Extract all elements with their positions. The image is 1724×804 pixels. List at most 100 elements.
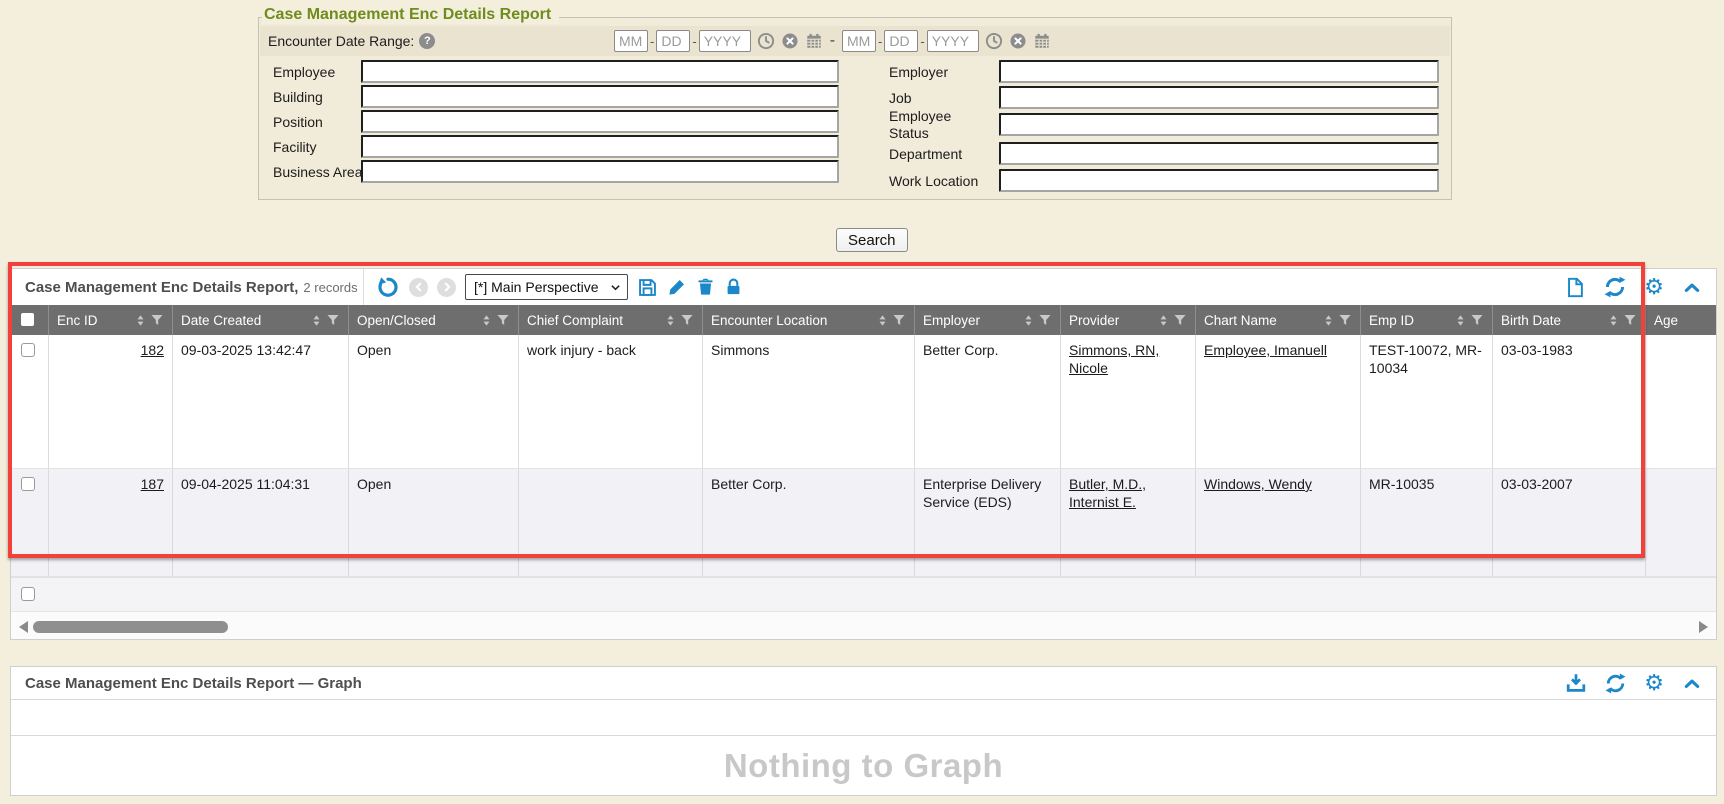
employee-status-label: Employee Status xyxy=(889,108,981,142)
table-row: 187 09-04-2025 11:04:31 Open Better Corp… xyxy=(11,469,1717,577)
help-icon[interactable]: ? xyxy=(419,33,435,49)
column-header-birth-date[interactable]: Birth Date xyxy=(1493,305,1646,335)
column-header-enc-id[interactable]: Enc ID xyxy=(49,305,173,335)
perspective-select-wrap: [*] Main Perspective xyxy=(465,274,628,300)
facility-label: Facility xyxy=(273,139,317,156)
chart-name-link[interactable]: Windows, Wendy xyxy=(1204,476,1312,492)
business-area-field[interactable] xyxy=(361,160,839,183)
sort-icon[interactable] xyxy=(1022,314,1035,327)
filter-icon[interactable] xyxy=(1338,313,1352,327)
refresh-icon[interactable] xyxy=(1603,275,1627,299)
employee-field[interactable] xyxy=(361,60,839,83)
column-header-emp-id[interactable]: Emp ID xyxy=(1361,305,1493,335)
calendar-icon[interactable] xyxy=(805,32,823,50)
refresh-icon[interactable] xyxy=(1604,672,1627,695)
undo-icon[interactable] xyxy=(376,275,400,299)
records-count: 2 records xyxy=(303,280,357,295)
filter-icon[interactable] xyxy=(1038,313,1052,327)
filter-icon[interactable] xyxy=(150,313,164,327)
position-label: Position xyxy=(273,114,323,131)
new-document-icon[interactable] xyxy=(1564,276,1586,299)
end-day-input[interactable] xyxy=(884,30,918,52)
sort-icon[interactable] xyxy=(480,314,493,327)
start-month-input[interactable] xyxy=(614,30,648,52)
provider-link[interactable]: Butler, M.D., Internist E. xyxy=(1069,476,1146,510)
cell-chart-name: Employee, Imanuell xyxy=(1196,335,1361,468)
row-checkbox[interactable] xyxy=(21,477,35,491)
work-location-field[interactable] xyxy=(999,169,1439,192)
filter-icon[interactable] xyxy=(892,313,906,327)
column-header-chart-name[interactable]: Chart Name xyxy=(1196,305,1361,335)
sort-icon[interactable] xyxy=(134,314,147,327)
column-header-date-created[interactable]: Date Created xyxy=(173,305,349,335)
building-field[interactable] xyxy=(361,85,839,108)
delete-icon[interactable] xyxy=(696,277,715,297)
next-page-icon[interactable] xyxy=(437,278,456,297)
column-header-age[interactable]: Age xyxy=(1646,305,1717,335)
gear-icon[interactable]: ⚙ xyxy=(1644,276,1664,298)
column-header-provider[interactable]: Provider xyxy=(1061,305,1196,335)
end-month-input[interactable] xyxy=(842,30,876,52)
scrollbar-thumb[interactable] xyxy=(33,621,228,633)
sort-icon[interactable] xyxy=(1322,314,1335,327)
download-icon[interactable] xyxy=(1565,672,1587,694)
enc-id-link[interactable]: 182 xyxy=(141,342,164,358)
sort-icon[interactable] xyxy=(310,314,323,327)
sort-icon[interactable] xyxy=(664,314,677,327)
collapse-icon[interactable] xyxy=(1681,278,1703,296)
job-label: Job xyxy=(889,90,912,107)
start-year-input[interactable] xyxy=(699,30,751,52)
collapse-icon[interactable] xyxy=(1681,674,1703,692)
filter-icon[interactable] xyxy=(1173,313,1187,327)
filter-icon[interactable] xyxy=(1623,313,1637,327)
department-field[interactable] xyxy=(999,142,1439,165)
column-header-encounter-location[interactable]: Encounter Location xyxy=(703,305,915,335)
filter-icon[interactable] xyxy=(1470,313,1484,327)
facility-field[interactable] xyxy=(361,135,839,158)
chart-name-link[interactable]: Employee, Imanuell xyxy=(1204,342,1327,358)
employee-status-field[interactable] xyxy=(999,113,1439,136)
column-header-chief-complaint[interactable]: Chief Complaint xyxy=(519,305,703,335)
save-perspective-icon[interactable] xyxy=(637,277,658,298)
cell-emp-id: MR-10035 xyxy=(1361,469,1493,576)
enc-id-link[interactable]: 187 xyxy=(141,476,164,492)
cell-open-closed: Open xyxy=(349,335,519,468)
lock-icon[interactable] xyxy=(724,277,743,297)
date-range-label: Encounter Date Range: xyxy=(268,33,414,49)
provider-link[interactable]: Simmons, RN, Nicole xyxy=(1069,342,1159,376)
footer-checkbox[interactable] xyxy=(21,587,35,601)
filter-icon[interactable] xyxy=(680,313,694,327)
graph-title: Case Management Enc Details Report — Gra… xyxy=(25,675,362,692)
scroll-right-icon[interactable] xyxy=(1699,621,1708,633)
sort-icon[interactable] xyxy=(1607,314,1620,327)
job-field[interactable] xyxy=(999,86,1439,109)
column-header-employer[interactable]: Employer xyxy=(915,305,1061,335)
clock-icon[interactable] xyxy=(985,32,1003,50)
horizontal-scrollbar[interactable] xyxy=(11,611,1716,640)
prev-page-icon[interactable] xyxy=(409,278,428,297)
gear-icon[interactable]: ⚙ xyxy=(1644,672,1664,694)
calendar-icon[interactable] xyxy=(1033,32,1051,50)
clear-icon[interactable] xyxy=(781,32,799,50)
sort-icon[interactable] xyxy=(876,314,889,327)
position-field[interactable] xyxy=(361,110,839,133)
date-range-start: - - xyxy=(614,30,823,52)
start-day-input[interactable] xyxy=(656,30,690,52)
filter-icon[interactable] xyxy=(326,313,340,327)
clock-icon[interactable] xyxy=(757,32,775,50)
search-button[interactable]: Search xyxy=(836,228,908,252)
filter-icon[interactable] xyxy=(496,313,510,327)
employee-label: Employee xyxy=(273,64,335,81)
row-checkbox[interactable] xyxy=(21,343,35,357)
edit-icon[interactable] xyxy=(667,277,687,297)
scroll-left-icon[interactable] xyxy=(19,621,28,633)
graph-toolbar: Case Management Enc Details Report — Gra… xyxy=(11,667,1716,700)
select-all-checkbox[interactable] xyxy=(21,313,34,326)
sort-icon[interactable] xyxy=(1157,314,1170,327)
perspective-select[interactable]: [*] Main Perspective xyxy=(465,274,628,300)
column-header-open-closed[interactable]: Open/Closed xyxy=(349,305,519,335)
clear-icon[interactable] xyxy=(1009,32,1027,50)
sort-icon[interactable] xyxy=(1454,314,1467,327)
employer-field[interactable] xyxy=(999,60,1439,83)
end-year-input[interactable] xyxy=(927,30,979,52)
